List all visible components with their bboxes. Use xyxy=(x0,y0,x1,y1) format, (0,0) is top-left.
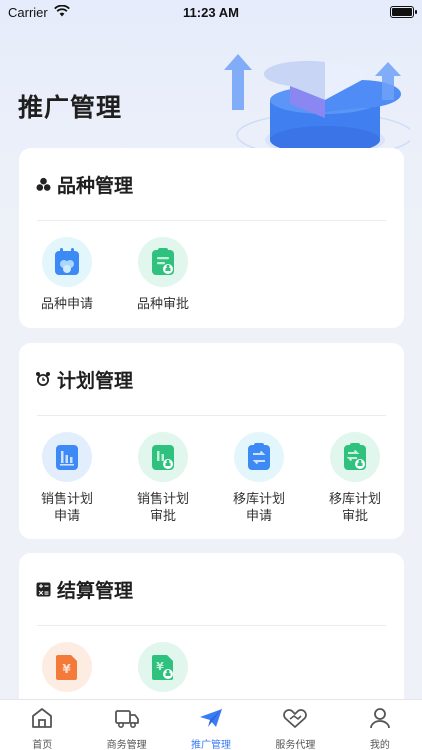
item-label-line2: 审批 xyxy=(149,508,176,523)
section-card-variety: 品种管理 品种申请 品种审批 xyxy=(19,148,404,328)
tab-label: 首页 xyxy=(32,740,53,750)
tab-promotion[interactable]: 推广管理 xyxy=(169,700,253,750)
sales-plan-apply-button[interactable]: 销售计划 申请 xyxy=(19,432,115,524)
item-label-line1: 移库计划 xyxy=(232,491,285,506)
bottom-tab-bar: 首页 商务管理 推广管理 服务代理 我的 xyxy=(0,699,422,750)
variety-approve-icon xyxy=(138,237,188,287)
tab-label: 推广管理 xyxy=(191,740,232,750)
settlement-apply-icon: ¥ xyxy=(42,642,92,692)
variety-apply-icon xyxy=(42,237,92,287)
calculator-icon xyxy=(35,581,51,597)
wifi-icon xyxy=(53,4,70,20)
cluster-icon xyxy=(35,176,51,192)
section-title: 结算管理 xyxy=(57,580,134,602)
tab-label: 商务管理 xyxy=(106,740,147,750)
paper-plane-icon xyxy=(198,707,224,734)
truck-icon xyxy=(114,707,140,734)
item-label-line2: 申请 xyxy=(245,508,272,523)
item-label-line2: 申请 xyxy=(53,508,80,523)
sales-plan-approve-button[interactable]: 销售计划 审批 xyxy=(115,432,211,524)
tab-mine[interactable]: 我的 xyxy=(338,700,422,750)
section-title: 计划管理 xyxy=(57,370,134,392)
settlement-approve-icon: ¥ xyxy=(138,642,188,692)
tab-business[interactable]: 商务管理 xyxy=(84,700,168,750)
user-icon xyxy=(368,707,392,734)
transfer-plan-approve-icon xyxy=(330,432,380,482)
tab-label: 我的 xyxy=(369,740,390,750)
sales-plan-approve-icon xyxy=(138,432,188,482)
section-title: 品种管理 xyxy=(57,175,134,197)
transfer-plan-apply-button[interactable]: 移库计划 申请 xyxy=(211,432,307,524)
status-bar: Carrier 11:23 AM xyxy=(0,0,422,24)
battery-icon xyxy=(390,6,417,18)
item-label-line1: 移库计划 xyxy=(328,491,381,506)
section-card-plan: 计划管理 销售计划 申请 销售计划 审批 移库计划 申请 移库计划 审批 xyxy=(19,343,404,539)
item-label-line1: 销售计划 xyxy=(136,491,189,506)
variety-apply-button[interactable]: 品种申请 xyxy=(19,237,115,312)
variety-approve-button[interactable]: 品种审批 xyxy=(115,237,211,312)
item-label: 品种申请 xyxy=(40,296,93,311)
settlement-apply-button[interactable]: ¥ xyxy=(19,642,115,692)
item-label-line1: 销售计划 xyxy=(40,491,93,506)
page-title: 推广管理 xyxy=(18,94,123,122)
svg-text:¥: ¥ xyxy=(62,662,71,676)
home-icon xyxy=(30,707,54,734)
item-label-line2: 审批 xyxy=(341,508,368,523)
item-label: 品种审批 xyxy=(136,296,189,311)
carrier-label: Carrier xyxy=(8,4,48,20)
transfer-plan-apply-icon xyxy=(234,432,284,482)
sales-plan-apply-icon xyxy=(42,432,92,482)
handshake-icon xyxy=(282,707,308,734)
tab-label: 服务代理 xyxy=(275,740,316,750)
tab-home[interactable]: 首页 xyxy=(0,700,84,750)
transfer-plan-approve-button[interactable]: 移库计划 审批 xyxy=(307,432,403,524)
settlement-approve-button[interactable]: ¥ xyxy=(115,642,211,692)
tab-service-agent[interactable]: 服务代理 xyxy=(253,700,337,750)
svg-text:¥: ¥ xyxy=(156,660,164,673)
alarm-clock-icon xyxy=(35,371,51,387)
